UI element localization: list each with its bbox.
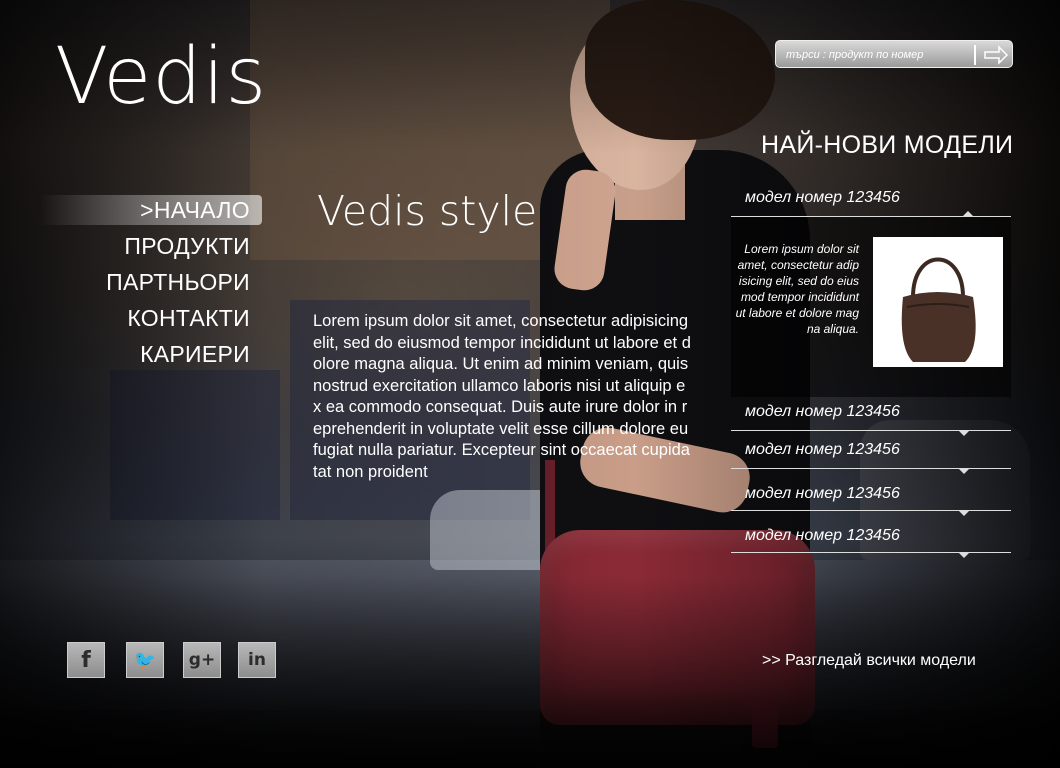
intro-text: Lorem ipsum dolor sit amet, consectetur … [313, 312, 691, 481]
caret-down-icon [959, 553, 969, 558]
model-item[interactable]: модел номер 123456 [731, 511, 1011, 558]
nav-item-products[interactable]: ПРОДУКТИ [40, 231, 262, 267]
model-item-label: модел номер 123456 [745, 485, 900, 502]
nav-item-careers[interactable]: КАРИЕРИ [40, 339, 262, 375]
nav-item-home[interactable]: >НАЧАЛО [40, 195, 262, 225]
divider [731, 552, 1011, 553]
page-title: Vedis style [317, 187, 538, 235]
arrow-right-icon[interactable] [983, 45, 1009, 65]
model-item-label: модел номер 123456 [745, 189, 900, 206]
model-item-expanded-body: Lorem ipsum dolor sit amet, consectetur … [731, 217, 1011, 397]
models-accordion: модел номер 123456 Lorem ipsum dolor sit… [731, 183, 1011, 558]
linkedin-icon[interactable]: in [238, 642, 276, 678]
model-item-label: модел номер 123456 [745, 527, 900, 544]
search-separator [974, 45, 976, 65]
model-item-expanded-header[interactable]: модел номер 123456 [731, 183, 1011, 217]
handbag-image [901, 257, 976, 362]
newest-models-title: НАЙ-НОВИ МОДЕЛИ [761, 131, 1014, 159]
product-thumbnail[interactable] [873, 237, 1003, 367]
caret-up-icon [963, 211, 973, 216]
logo[interactable]: Vedis [55, 38, 267, 116]
model-item-label: модел номер 123456 [745, 403, 900, 420]
nav-item-contacts[interactable]: КОНТАКТИ [40, 303, 262, 339]
main-nav: >НАЧАЛО ПРОДУКТИ ПАРТНЬОРИ КОНТАКТИ КАРИ… [40, 195, 262, 375]
search-input[interactable] [784, 45, 973, 65]
model-description: Lorem ipsum dolor sit amet, consectetur … [735, 242, 859, 336]
model-item[interactable]: модел номер 123456 [731, 431, 1011, 474]
model-item[interactable]: модел номер 123456 [731, 469, 1011, 516]
view-all-models-link[interactable]: >> Разгледай всички модели [762, 652, 976, 670]
model-item[interactable]: модел номер 123456 [731, 397, 1011, 436]
google-plus-icon[interactable]: g+ [183, 642, 221, 678]
model-item-label: модел номер 123456 [745, 441, 900, 458]
search-box [775, 40, 1013, 68]
facebook-icon[interactable]: f [67, 642, 105, 678]
nav-item-partners[interactable]: ПАРТНЬОРИ [40, 267, 262, 303]
twitter-icon[interactable]: 🐦 [126, 642, 164, 678]
